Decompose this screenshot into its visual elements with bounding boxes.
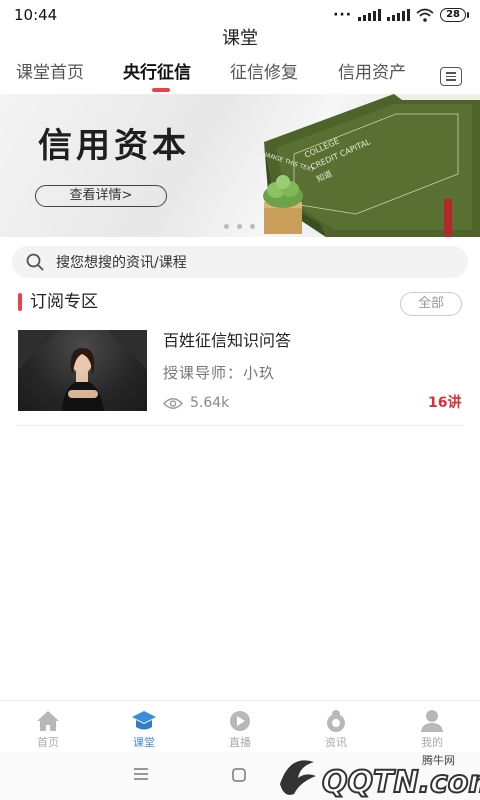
tab-credit-assets[interactable]: 信用资产 (338, 60, 406, 86)
course-teacher: 授课导师：小玖 (163, 364, 276, 382)
watermark-logo-text: QQTN.com (322, 765, 480, 800)
nav-home-label: 首页 (37, 736, 59, 749)
course-title[interactable]: 百姓征信知识问答 (163, 328, 291, 354)
tab-home[interactable]: 课堂首页 (16, 60, 84, 86)
tab-active-indicator (152, 88, 170, 92)
eye-icon (163, 397, 183, 409)
course-thumbnail[interactable] (18, 330, 147, 411)
status-icons: ··· 28 (333, 7, 469, 23)
section-title: 订阅专区 (30, 292, 98, 312)
signal-icon-2 (387, 9, 411, 21)
signal-icon (358, 9, 382, 21)
tab-credit-repair[interactable]: 征信修复 (230, 60, 298, 86)
search-input[interactable]: 搜您想搜的资讯/课程 (56, 252, 187, 272)
nav-home[interactable]: 首页 (18, 709, 78, 750)
section-accent-bar (18, 293, 22, 311)
more-dots-icon: ··· (333, 7, 353, 23)
news-icon (327, 710, 345, 732)
course-view-count: 5.64k (190, 395, 230, 411)
profile-icon (421, 710, 443, 732)
nav-live-label: 直播 (229, 736, 251, 749)
banner-details-button[interactable]: 查看详情> (35, 185, 167, 207)
tabs-menu-icon[interactable] (440, 67, 462, 86)
classroom-icon (132, 711, 156, 730)
view-all-button[interactable]: 全部 (400, 292, 462, 316)
category-tabs: 课堂首页 央行征信 征信修复 信用资产 (0, 60, 480, 94)
course-lesson-count: 16讲 (428, 395, 462, 411)
list-divider (16, 425, 464, 426)
nav-news[interactable]: 资讯 (306, 709, 366, 750)
instructor-photo (18, 330, 147, 411)
nav-live[interactable]: 直播 (210, 709, 270, 750)
page-title: 课堂 (222, 28, 258, 49)
home-icon (37, 711, 59, 731)
battery-icon: 28 (440, 8, 469, 22)
book-illustration: COLLEGE CREDIT CAPITAL 知道 CHANGE THIS TE… (257, 94, 480, 237)
wifi-icon (416, 8, 434, 22)
bottom-nav: 首页 课堂 直播 资讯 我的 (0, 700, 480, 752)
banner-title: 信用资本 (38, 126, 190, 166)
search-icon (26, 253, 44, 271)
live-play-icon (230, 711, 250, 731)
nav-classroom-label: 课堂 (133, 736, 155, 749)
banner-pagination (224, 224, 255, 229)
course-views: 5.64k (163, 393, 229, 413)
recent-apps-icon[interactable] (134, 768, 148, 780)
home-button-icon[interactable] (232, 768, 246, 782)
status-time: 10:44 (14, 6, 58, 24)
tab-central-bank-credit[interactable]: 央行征信 (123, 60, 191, 86)
watermark-logo: 腾牛网 QQTN.com (280, 753, 480, 800)
search-bar[interactable]: 搜您想搜的资讯/课程 (12, 246, 468, 278)
nav-classroom[interactable]: 课堂 (114, 709, 174, 750)
nav-profile[interactable]: 我的 (402, 709, 462, 750)
